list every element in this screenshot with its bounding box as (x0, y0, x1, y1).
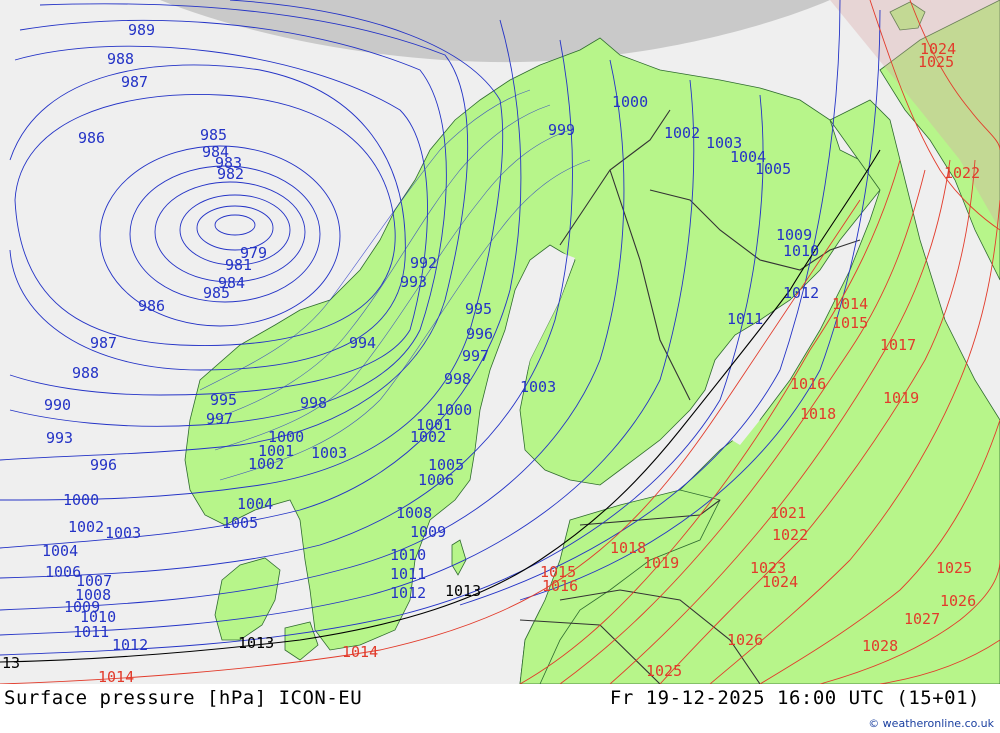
label-s995: 995 (465, 300, 492, 318)
forecast-datetime: Fr 19-12-2025 16:00 UTC (15+01) (609, 687, 980, 709)
label-993: 993 (46, 429, 73, 447)
label-s1008: 1008 (396, 504, 432, 522)
label-w998: 998 (300, 394, 327, 412)
label-1014: 1014 (98, 668, 134, 684)
label-w1003: 1003 (311, 444, 347, 462)
label-r1021: 1021 (770, 504, 806, 522)
label-s1003: 1003 (520, 378, 556, 396)
label-w997: 997 (206, 410, 233, 428)
label-s1006: 1006 (418, 471, 454, 489)
credit-link[interactable]: © weatheronline.co.uk (868, 717, 994, 730)
label-1014b: 1014 (342, 643, 378, 661)
label-986b: 986 (138, 297, 165, 315)
label-1012: 1012 (112, 636, 148, 654)
label-r1026b: 1026 (727, 631, 763, 649)
label-r1018b: 1018 (610, 539, 646, 557)
label-990: 990 (44, 396, 71, 414)
label-1000: 1000 (63, 491, 99, 509)
label-s1002: 1002 (410, 428, 446, 446)
label-w1005: 1005 (222, 514, 258, 532)
label-n1002: 1002 (664, 124, 700, 142)
pressure-map: 989 988 987 986 985 984 983 982 979 981 … (0, 0, 1000, 684)
label-s998: 998 (444, 370, 471, 388)
label-r1022: 1022 (772, 526, 808, 544)
label-w1004: 1004 (237, 495, 273, 513)
label-996: 996 (90, 456, 117, 474)
label-986: 986 (78, 129, 105, 147)
label-r1019: 1019 (883, 389, 919, 407)
label-r1018: 1018 (800, 405, 836, 423)
label-987: 987 (121, 73, 148, 91)
label-s1009: 1009 (410, 523, 446, 541)
label-w995: 995 (210, 391, 237, 409)
label-w1002: 1002 (248, 455, 284, 473)
label-n1005: 1005 (755, 160, 791, 178)
label-1003: 1003 (105, 524, 141, 542)
label-r1016: 1016 (790, 375, 826, 393)
label-988b: 988 (72, 364, 99, 382)
label-s993: 993 (400, 273, 427, 291)
label-r1022b: 1022 (944, 164, 980, 182)
label-r1017: 1017 (880, 336, 916, 354)
label-988: 988 (107, 50, 134, 68)
label-985b: 985 (203, 284, 230, 302)
label-n1012: 1012 (783, 284, 819, 302)
label-n1010: 1010 (783, 242, 819, 260)
label-s996: 996 (466, 325, 493, 343)
label-r1024: 1024 (762, 573, 798, 591)
map-title: Surface pressure [hPa] ICON-EU (4, 687, 363, 709)
label-s1011: 1011 (390, 565, 426, 583)
label-987b: 987 (90, 334, 117, 352)
label-n1011: 1011 (727, 310, 763, 328)
label-n1000: 1000 (612, 93, 648, 111)
label-r1019b: 1019 (643, 554, 679, 572)
label-s1012: 1012 (390, 584, 426, 602)
label-1011: 1011 (73, 623, 109, 641)
map-footer: Surface pressure [hPa] ICON-EU Fr 19-12-… (0, 684, 1000, 733)
label-r1025c: 1025 (646, 662, 682, 680)
label-r1028: 1028 (862, 637, 898, 655)
label-1013c: 13 (2, 654, 20, 672)
label-r1025: 1025 (936, 559, 972, 577)
label-1013b: 1013 (445, 582, 481, 600)
label-r1025b: 1025 (918, 53, 954, 71)
label-982: 982 (217, 165, 244, 183)
label-r1015: 1015 (832, 314, 868, 332)
label-n999: 999 (548, 121, 575, 139)
label-s1010: 1010 (390, 546, 426, 564)
label-985: 985 (200, 126, 227, 144)
label-r1026: 1026 (940, 592, 976, 610)
label-981: 981 (225, 256, 252, 274)
label-s992: 992 (410, 254, 437, 272)
label-1004: 1004 (42, 542, 78, 560)
label-1013a: 1013 (238, 634, 274, 652)
label-r1027: 1027 (904, 610, 940, 628)
label-w994: 994 (349, 334, 376, 352)
label-s997: 997 (462, 347, 489, 365)
map-canvas: 989 988 987 986 985 984 983 982 979 981 … (0, 0, 1000, 684)
label-r1016b: 1016 (542, 577, 578, 595)
label-1002: 1002 (68, 518, 104, 536)
label-989: 989 (128, 21, 155, 39)
label-r1014: 1014 (832, 295, 868, 313)
